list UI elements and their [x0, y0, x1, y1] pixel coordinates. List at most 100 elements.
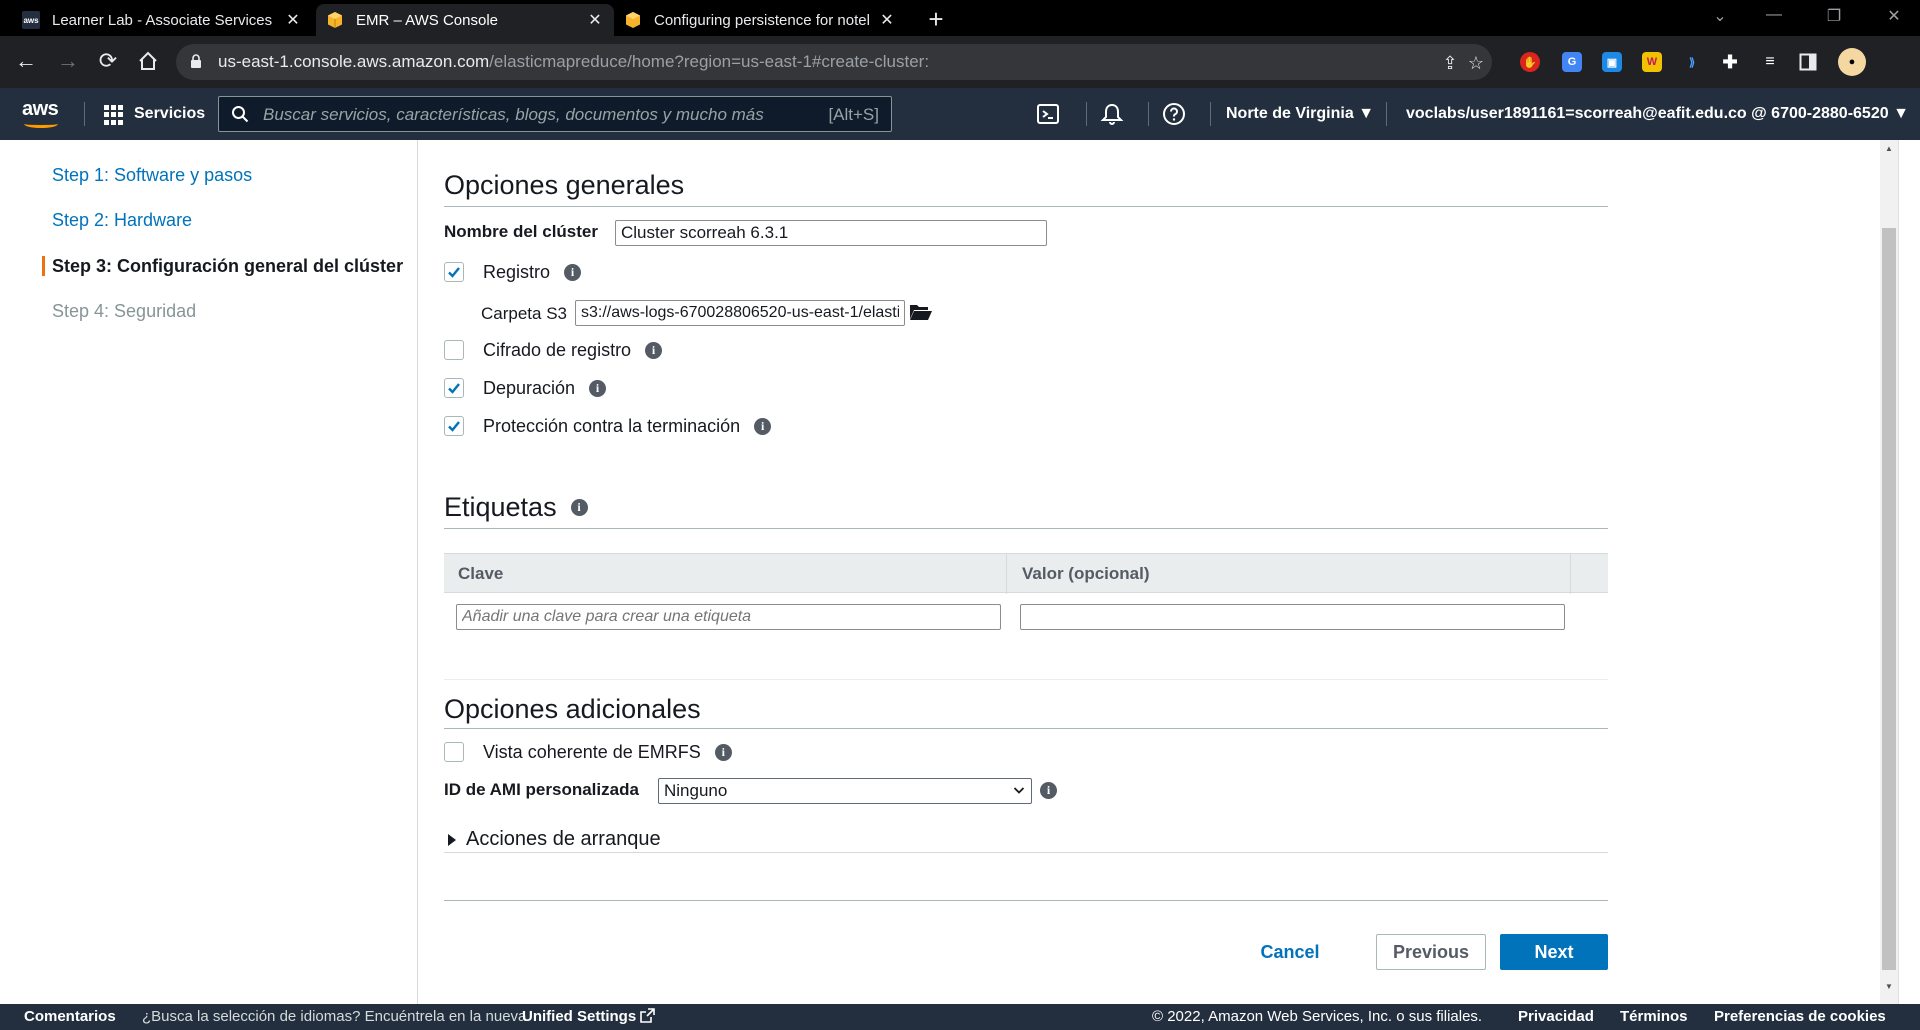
share-icon[interactable]: ⇪ — [1440, 53, 1460, 73]
termination-protection-option: Protección contra la terminación i — [444, 414, 772, 438]
ami-id-selected-value: Ninguno — [664, 781, 728, 800]
account-menu[interactable]: voclabs/user1891161=scorreah@eafit.edu.c… — [1406, 105, 1909, 123]
tab-configuring-persistence[interactable]: Configuring persistence for notel ✕ — [614, 4, 906, 36]
region-selector[interactable]: Norte de Virginia ▼ — [1226, 105, 1374, 123]
aws-logo[interactable]: aws — [22, 98, 62, 128]
ami-id-label: ID de AMI personalizada — [444, 780, 639, 799]
cookie-preferences-link[interactable]: Preferencias de cookies — [1714, 1008, 1886, 1025]
tab-title: Learner Lab - Associate Services — [52, 11, 273, 29]
extension-screen-icon[interactable]: ▣ — [1602, 52, 1622, 72]
previous-button[interactable]: Previous — [1376, 934, 1486, 970]
step-4-disabled: Step 4: Seguridad — [52, 301, 197, 321]
minimize-button[interactable]: — — [1754, 6, 1794, 30]
s3-folder-input[interactable] — [575, 300, 905, 326]
forward-arrow-icon[interactable]: → — [56, 50, 80, 74]
tags-table: Clave Valor (opcional) — [444, 553, 1608, 681]
tab-emr-console[interactable]: EMR – AWS Console ✕ — [316, 4, 614, 36]
logging-option: Registro i — [444, 260, 582, 284]
bootstrap-actions-expander[interactable]: Acciones de arranque — [448, 828, 661, 851]
tag-value-input[interactable] — [1020, 604, 1565, 630]
unified-settings-link[interactable]: Unified Settings — [522, 1008, 656, 1025]
scrollbar-thumb[interactable] — [1882, 228, 1896, 970]
reload-icon[interactable]: ⟳ — [96, 50, 120, 74]
chevron-down-icon — [1013, 787, 1025, 794]
tab-learner-lab[interactable]: aws Learner Lab - Associate Services ✕ — [12, 4, 312, 36]
info-icon[interactable]: i — [570, 499, 588, 516]
extension-translate-icon[interactable]: G — [1562, 52, 1582, 72]
step-1-link[interactable]: Step 1: Software y pasos — [52, 165, 252, 186]
page-scrollbar[interactable]: ▲ ▼ — [1880, 140, 1898, 1004]
logging-label: Registro — [483, 261, 551, 282]
section-title-general: Opciones generales — [444, 170, 684, 201]
caret-down-icon: ▼ — [1893, 105, 1909, 122]
divider — [444, 206, 1608, 207]
info-icon[interactable]: i — [645, 341, 663, 359]
notifications-bell-icon[interactable] — [1100, 102, 1124, 126]
aws-search-input[interactable]: Buscar servicios, características, blogs… — [218, 96, 892, 132]
tag-key-input[interactable] — [456, 604, 1001, 630]
debugging-checkbox[interactable] — [444, 378, 464, 398]
termination-protection-checkbox[interactable] — [444, 416, 464, 436]
caret-right-icon — [448, 833, 456, 846]
info-icon[interactable]: i — [589, 379, 607, 397]
main-content: Opciones generales Nombre del clúster Re… — [444, 140, 1608, 1004]
services-grid-icon[interactable] — [104, 105, 124, 125]
close-icon[interactable]: ✕ — [586, 10, 604, 30]
current-step-marker — [42, 256, 45, 276]
restore-button[interactable]: ❐ — [1814, 6, 1854, 30]
home-icon[interactable] — [136, 50, 160, 74]
emrfs-checkbox[interactable] — [444, 742, 464, 762]
close-window-button[interactable]: ✕ — [1874, 6, 1914, 30]
cancel-button[interactable]: Cancel — [1250, 934, 1330, 970]
section-title-text: Opciones adicionales — [444, 694, 701, 724]
cluster-name-label: Nombre del clúster — [444, 222, 598, 241]
back-arrow-icon[interactable]: ← — [14, 50, 38, 74]
extensions-puzzle-icon[interactable]: ✚ — [1720, 52, 1740, 72]
cloudshell-icon[interactable] — [1036, 102, 1060, 126]
language-prompt-text: ¿Busca la selección de idiomas? Encuéntr… — [142, 1008, 527, 1025]
aws-console-header: aws Servicios Buscar servicios, caracter… — [0, 88, 1920, 140]
logging-checkbox[interactable] — [444, 262, 464, 282]
divider — [444, 528, 1608, 529]
extension-w-icon[interactable]: W — [1642, 52, 1662, 72]
log-encryption-checkbox[interactable] — [444, 340, 464, 360]
info-icon[interactable]: i — [1040, 782, 1057, 799]
star-icon[interactable]: ☆ — [1466, 53, 1486, 73]
section-title-additional: Opciones adicionales — [444, 694, 701, 725]
close-icon[interactable]: ✕ — [878, 10, 896, 30]
profile-avatar[interactable]: ● — [1838, 48, 1866, 76]
wizard-steps-sidebar: Step 1: Software y pasos Step 2: Hardwar… — [0, 140, 418, 1004]
divider — [444, 852, 1608, 853]
extension-cast-icon[interactable]: ⟫ — [1682, 52, 1702, 72]
help-icon[interactable] — [1162, 102, 1186, 126]
tab-title: EMR – AWS Console — [356, 11, 498, 29]
step-2-link[interactable]: Step 2: Hardware — [52, 210, 192, 231]
close-icon[interactable]: ✕ — [284, 10, 302, 30]
info-icon[interactable]: i — [714, 743, 732, 761]
feedback-link[interactable]: Comentarios — [24, 1008, 116, 1025]
url-path: /elasticmapreduce/home?region=us-east-1#… — [489, 52, 930, 71]
address-bar[interactable]: us-east-1.console.aws.amazon.com/elastic… — [176, 44, 1492, 80]
ami-id-select[interactable]: Ninguno — [658, 778, 1032, 804]
side-panel-icon[interactable] — [1798, 52, 1818, 72]
folder-open-icon[interactable] — [909, 302, 933, 322]
info-icon[interactable]: i — [754, 417, 772, 435]
services-menu[interactable]: Servicios — [134, 105, 205, 123]
cluster-name-input[interactable] — [615, 220, 1047, 246]
privacy-link[interactable]: Privacidad — [1518, 1008, 1594, 1025]
scroll-up-arrow-icon[interactable]: ▲ — [1884, 144, 1894, 153]
extension-adblock-icon[interactable]: ✋ — [1520, 52, 1540, 72]
scroll-down-arrow-icon[interactable]: ▼ — [1884, 982, 1894, 991]
new-tab-button[interactable]: + — [922, 6, 950, 34]
lock-icon — [191, 54, 201, 68]
column-header-key: Clave — [458, 564, 504, 583]
tab-search-icon[interactable]: ⌄ — [1700, 6, 1740, 30]
tags-table-header: Clave Valor (opcional) — [444, 553, 1608, 594]
info-icon[interactable]: i — [564, 263, 582, 281]
next-button[interactable]: Next — [1500, 934, 1608, 970]
media-control-icon[interactable]: ≡ — [1760, 52, 1780, 72]
s3-folder-label: Carpeta S3 — [481, 304, 567, 323]
terms-link[interactable]: Términos — [1620, 1008, 1688, 1025]
copyright-text: © 2022, Amazon Web Services, Inc. o sus … — [1152, 1008, 1483, 1025]
url-text: us-east-1.console.aws.amazon.com/elastic… — [218, 52, 929, 72]
